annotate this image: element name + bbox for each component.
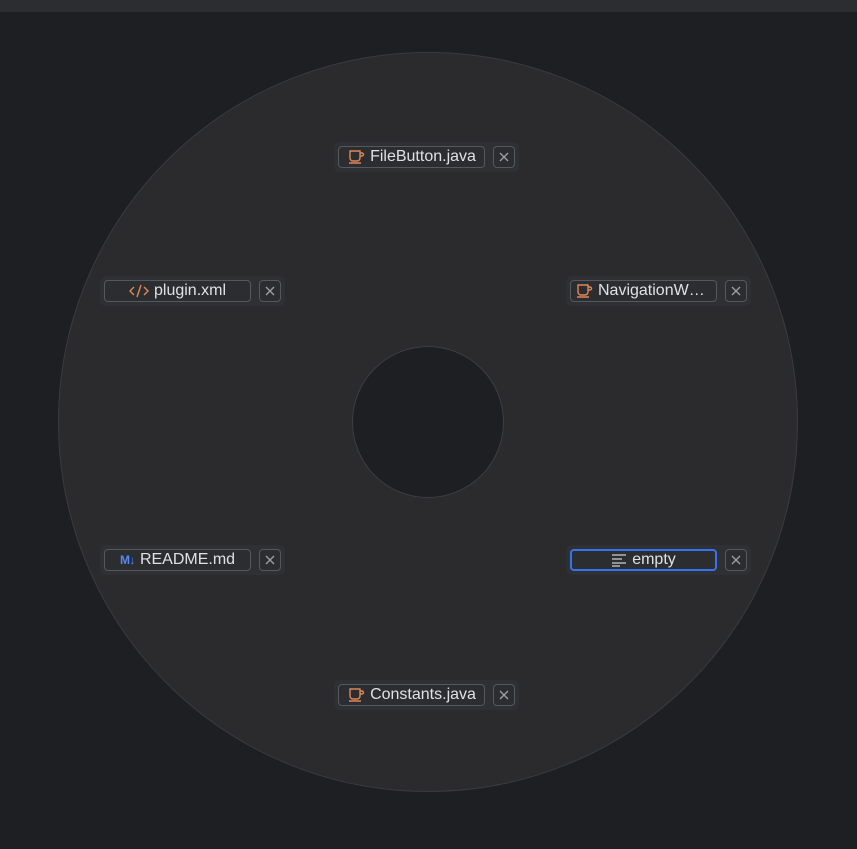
tab-label: empty: [632, 551, 676, 568]
tab-label: Constants.java: [370, 686, 476, 703]
xml-code-icon: [128, 283, 149, 299]
close-tab-button[interactable]: [725, 549, 747, 571]
tab-filebutton-java[interactable]: FileButton.java: [338, 146, 485, 168]
tab-label: README.md: [139, 551, 236, 568]
tab-navigationwh-java[interactable]: NavigationWh…: [570, 280, 717, 302]
markdown-icon: M↓: [119, 553, 136, 567]
java-cup-icon: [575, 283, 593, 299]
switcher-item-empty: empty: [566, 545, 751, 575]
close-icon: [499, 690, 509, 700]
title-bar: [0, 0, 857, 12]
close-tab-button[interactable]: [259, 549, 281, 571]
tab-plugin-xml[interactable]: plugin.xml: [104, 280, 251, 302]
tab-empty[interactable]: empty: [570, 549, 717, 571]
switcher-item-navigationwh: NavigationWh…: [566, 276, 751, 306]
tab-readme-md[interactable]: M↓ README.md: [104, 549, 251, 571]
text-file-icon: [611, 553, 627, 567]
close-icon: [731, 286, 741, 296]
tab-label: FileButton.java: [370, 148, 476, 165]
switcher-item-constants: Constants.java: [334, 680, 519, 710]
close-icon: [265, 555, 275, 565]
switcher-item-plugin-xml: plugin.xml: [100, 276, 285, 306]
java-cup-icon: [347, 149, 365, 165]
wheel-center-hub: [352, 346, 504, 498]
close-tab-button[interactable]: [259, 280, 281, 302]
java-cup-icon: [347, 687, 365, 703]
tab-constants-java[interactable]: Constants.java: [338, 684, 485, 706]
close-tab-button[interactable]: [493, 146, 515, 168]
tab-label: NavigationWh…: [598, 282, 712, 299]
close-icon: [499, 152, 509, 162]
close-tab-button[interactable]: [493, 684, 515, 706]
close-tab-button[interactable]: [725, 280, 747, 302]
switcher-item-readme: M↓ README.md: [100, 545, 285, 575]
switcher-item-filebutton: FileButton.java: [334, 142, 519, 172]
tab-label: plugin.xml: [153, 282, 227, 299]
close-icon: [731, 555, 741, 565]
close-icon: [265, 286, 275, 296]
